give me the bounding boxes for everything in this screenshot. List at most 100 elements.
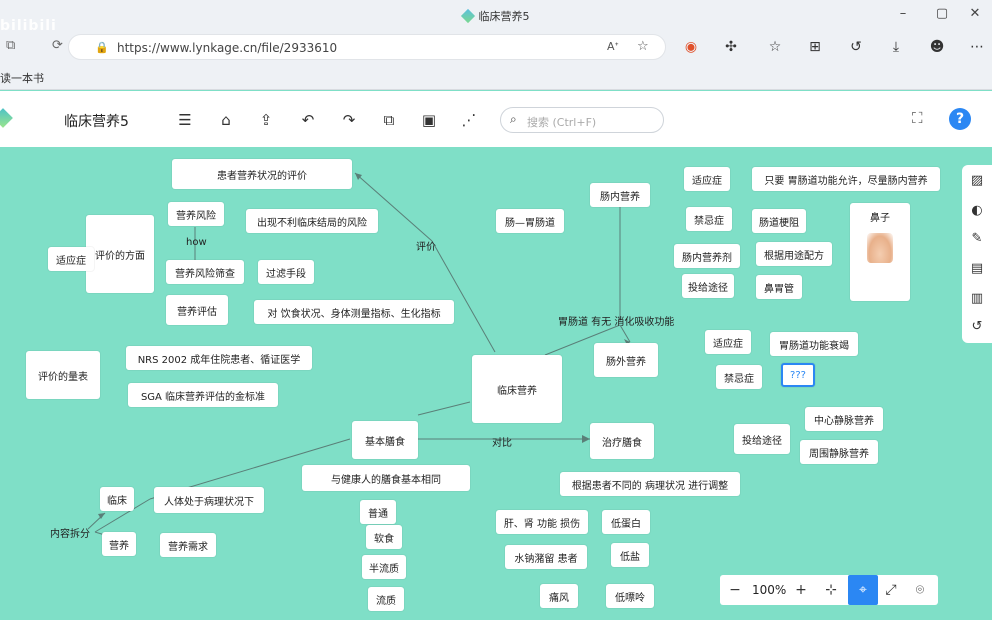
chart-icon[interactable]: ▥ bbox=[967, 289, 987, 309]
therapy-diet-node[interactable]: 治疗膳食 bbox=[590, 423, 654, 459]
palette-icon[interactable]: ◐ bbox=[967, 201, 987, 221]
basic-desc-node[interactable]: 与健康人的膳食基本相同 bbox=[302, 465, 470, 491]
basic-diet-node[interactable]: 基本膳食 bbox=[352, 421, 418, 459]
contra-enteral-desc-node[interactable]: 肠道梗阻 bbox=[752, 209, 806, 233]
indication-node[interactable]: 适应症 bbox=[48, 247, 94, 271]
address-bar[interactable]: 🔒 https://www.lynkage.cn/file/2933610 Aᐩ… bbox=[68, 34, 666, 60]
route-enteral-desc-node[interactable]: 鼻胃管 bbox=[756, 275, 802, 299]
low-protein-node[interactable]: 低蛋白 bbox=[602, 510, 650, 534]
add-favorite-icon[interactable]: ☆ bbox=[637, 39, 649, 54]
how-label[interactable]: how bbox=[186, 237, 207, 248]
contra-parenteral-node[interactable]: 禁忌症 bbox=[716, 365, 762, 389]
brush-icon[interactable]: ✎ bbox=[967, 229, 987, 249]
help-button[interactable]: ? bbox=[949, 108, 971, 130]
center-topic-node[interactable]: 临床营养 bbox=[472, 355, 562, 423]
risk-desc-node[interactable]: 出现不利临床结局的风险 bbox=[246, 209, 378, 233]
collections-icon[interactable]: ⊞ bbox=[804, 36, 826, 58]
editing-node[interactable]: ??? bbox=[781, 363, 815, 387]
home-icon[interactable]: ⌂ bbox=[215, 109, 237, 131]
browser-menu-icon[interactable]: ⋯ bbox=[966, 36, 988, 58]
clinical-node[interactable]: 临床 bbox=[100, 487, 134, 511]
gut-route-node[interactable]: 肠—胃肠道 bbox=[496, 209, 564, 233]
formula-node[interactable]: 肠内营养剂 bbox=[674, 244, 740, 268]
focus-mode-icon[interactable]: ⛶ bbox=[912, 109, 923, 127]
maximize-button[interactable]: ▢ bbox=[932, 6, 952, 21]
risk-screen-node[interactable]: 营养风险筛查 bbox=[166, 260, 244, 284]
zoom-out-button[interactable]: − bbox=[724, 579, 746, 601]
export-icon[interactable]: ⇪ bbox=[255, 109, 277, 131]
read-aloud-icon[interactable]: Aᐩ bbox=[607, 40, 619, 53]
copy-icon[interactable]: ⧉ bbox=[378, 109, 400, 131]
comment-icon[interactable]: ▤ bbox=[967, 259, 987, 279]
route-parenteral-node[interactable]: 投给途径 bbox=[734, 424, 790, 454]
nutri-need-node[interactable]: 营养需求 bbox=[160, 533, 216, 557]
eval-label[interactable]: 评价 bbox=[416, 238, 436, 253]
ind-parenteral-node[interactable]: 适应症 bbox=[705, 330, 751, 354]
content-split-label[interactable]: 内容拆分 bbox=[50, 525, 90, 540]
favorites-icon[interactable]: ☆ bbox=[764, 36, 786, 58]
diet-semi-node[interactable]: 半流质 bbox=[362, 555, 406, 579]
outline-icon[interactable]: ☰ bbox=[174, 109, 196, 131]
locate-node-icon[interactable]: ⌖ bbox=[848, 575, 878, 605]
history-icon[interactable]: ↺ bbox=[967, 317, 987, 337]
central-vein-node[interactable]: 中心静脉营养 bbox=[805, 407, 883, 431]
window-title-text: 临床营养5 bbox=[478, 10, 530, 23]
minimize-button[interactable]: – bbox=[893, 6, 913, 21]
diet-liquid-node[interactable]: 流质 bbox=[368, 587, 404, 611]
enteral-node[interactable]: 肠内营养 bbox=[590, 183, 650, 207]
extension-icon[interactable]: ◉ bbox=[680, 36, 702, 58]
diet-normal-node[interactable]: 普通 bbox=[360, 500, 396, 524]
eval-status-node[interactable]: 患者营养状况的评价 bbox=[172, 159, 352, 189]
profile-avatar-icon[interactable]: ☻ bbox=[926, 36, 948, 58]
sga-node[interactable]: SGA 临床营养评估的金标准 bbox=[128, 383, 278, 407]
fit-icon[interactable]: ⊹ bbox=[820, 579, 842, 601]
gout-node[interactable]: 痛风 bbox=[540, 584, 578, 608]
liver-kidney-node[interactable]: 肝、肾 功能 损伤 bbox=[496, 510, 588, 534]
extensions-puzzle-icon[interactable]: ✣ bbox=[720, 36, 742, 58]
scale-node[interactable]: 评价的量表 bbox=[26, 351, 100, 399]
mindmap-canvas[interactable]: 患者营养状况的评价 评价的方面 适应症 营养风险 出现不利临床结局的风险 how… bbox=[0, 147, 992, 620]
ind-enteral-node[interactable]: 适应症 bbox=[684, 167, 730, 191]
redo-icon[interactable]: ↷ bbox=[338, 109, 360, 131]
close-window-button[interactable]: ✕ bbox=[965, 6, 985, 21]
parenteral-node[interactable]: 肠外营养 bbox=[594, 343, 658, 377]
zoom-in-button[interactable]: + bbox=[790, 579, 812, 601]
formula-desc-node[interactable]: 根据用途配方 bbox=[756, 242, 832, 266]
nrs-node[interactable]: NRS 2002 成年住院患者、循证医学 bbox=[126, 346, 312, 370]
document-title[interactable]: 临床营养5 bbox=[64, 111, 129, 131]
gi-function-label[interactable]: 胃肠道 有无 消化吸收功能 bbox=[558, 313, 674, 328]
share-icon[interactable]: ⋰ bbox=[458, 109, 480, 131]
ind-parenteral-desc-node[interactable]: 胃肠道功能衰竭 bbox=[770, 332, 858, 356]
search-box[interactable]: ⌕ 搜索 (Ctrl+F) bbox=[500, 107, 664, 133]
location-icon[interactable]: ⌾ bbox=[909, 579, 931, 601]
link-line bbox=[431, 240, 496, 353]
ind-enteral-desc-node[interactable]: 只要 胃肠道功能允许，尽量肠内营养 bbox=[752, 167, 940, 191]
fullscreen-icon[interactable]: ⤢ bbox=[880, 579, 902, 601]
edema-node[interactable]: 水钠潴留 患者 bbox=[505, 545, 587, 569]
contra-enteral-node[interactable]: 禁忌症 bbox=[686, 207, 732, 231]
image-icon[interactable]: ▨ bbox=[967, 171, 987, 191]
nutri-risk-node[interactable]: 营养风险 bbox=[168, 202, 224, 226]
downloads-icon[interactable]: ⤓ bbox=[885, 36, 907, 58]
nutri-assess-node[interactable]: 营养评估 bbox=[166, 295, 228, 325]
screen-desc-node[interactable]: 过滤手段 bbox=[258, 260, 314, 284]
nutrition-node[interactable]: 营养 bbox=[102, 532, 136, 556]
peripheral-vein-node[interactable]: 周围静脉营养 bbox=[800, 440, 878, 464]
history-browser-icon[interactable]: ↺ bbox=[845, 36, 867, 58]
compare-label[interactable]: 对比 bbox=[492, 434, 512, 449]
tab-actions-icon[interactable]: ⧉ bbox=[6, 38, 15, 53]
low-salt-node[interactable]: 低盐 bbox=[611, 543, 649, 567]
therapy-desc-node[interactable]: 根据患者不同的 病理状况 进行调整 bbox=[560, 472, 740, 496]
assess-desc-node[interactable]: 对 饮食状况、身体测量指标、生化指标 bbox=[254, 300, 454, 324]
diet-soft-node[interactable]: 软食 bbox=[366, 525, 402, 549]
reload-icon[interactable]: ⟳ bbox=[52, 38, 63, 53]
app-logo[interactable] bbox=[0, 108, 13, 128]
bookmark-item[interactable]: 读一本书 bbox=[0, 70, 44, 86]
eval-aspect-node[interactable]: 评价的方面 bbox=[86, 215, 154, 293]
pathology-node[interactable]: 人体处于病理状况下 bbox=[154, 487, 264, 513]
low-purine-node[interactable]: 低嘌呤 bbox=[606, 584, 654, 608]
undo-icon[interactable]: ↶ bbox=[297, 109, 319, 131]
save-icon[interactable]: ▣ bbox=[418, 109, 440, 131]
app-header: 临床营养5 ☰ ⌂ ⇪ ↶ ↷ ⧉ ▣ ⋰ ⌕ 搜索 (Ctrl+F) ⛶ ? bbox=[0, 91, 992, 147]
route-enteral-node[interactable]: 投给途径 bbox=[682, 274, 734, 298]
